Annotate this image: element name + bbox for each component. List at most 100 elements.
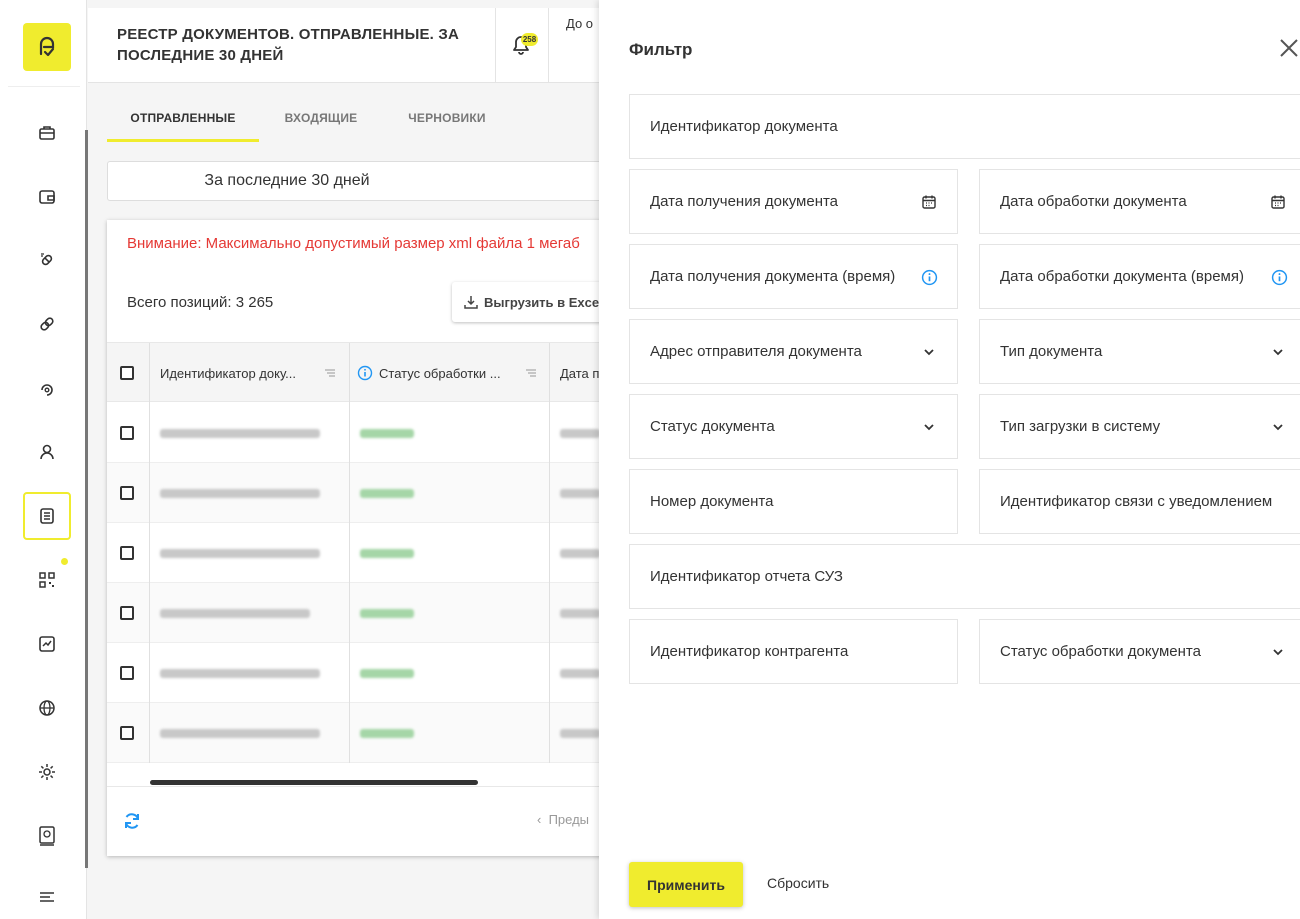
sort-icon[interactable] <box>324 368 336 378</box>
chevron-down-icon[interactable] <box>919 342 939 362</box>
column-divider <box>549 643 550 703</box>
sidebar-divider <box>8 86 80 87</box>
field-label: Дата получения документа <box>650 193 839 210</box>
field-label: Адрес отправителя документа <box>650 343 862 360</box>
filter-received-time[interactable]: Дата получения документа (время) <box>629 244 958 309</box>
cell-status <box>360 643 414 703</box>
nav-briefcase[interactable] <box>23 109 71 157</box>
filter-sender-address[interactable]: Адрес отправителя документа <box>629 319 958 384</box>
filter-doc-status[interactable]: Статус документа <box>629 394 958 459</box>
filter-processed-date[interactable]: Дата обработки документа <box>979 169 1300 234</box>
row-checkbox[interactable] <box>120 726 134 740</box>
row-checkbox[interactable] <box>120 546 134 560</box>
column-divider <box>349 703 350 763</box>
row-checkbox-cell <box>120 703 134 763</box>
document-list-icon <box>40 508 54 524</box>
column-header-id[interactable]: Идентификатор доку... <box>160 343 350 403</box>
redacted-text <box>360 488 414 498</box>
filter-notification-link-id[interactable]: Идентификатор связи с уведомлением <box>979 469 1300 534</box>
row-checkbox[interactable] <box>120 606 134 620</box>
nav-refresh[interactable] <box>23 364 71 412</box>
cell-status <box>360 523 414 583</box>
info-icon[interactable] <box>1269 267 1289 287</box>
close-icon[interactable] <box>1277 36 1300 60</box>
row-checkbox[interactable] <box>120 426 134 440</box>
filter-processed-time[interactable]: Дата обработки документа (время) <box>979 244 1300 309</box>
redacted-text <box>360 728 414 738</box>
filter-processing-status[interactable]: Статус обработки документа <box>979 619 1300 684</box>
cell-status <box>360 583 414 643</box>
warning-text: Внимание: Максимально допустимый размер … <box>127 235 580 252</box>
cell-id <box>160 403 320 463</box>
notifications-button[interactable]: 258 <box>506 30 538 60</box>
row-checkbox[interactable] <box>120 486 134 500</box>
export-excel-button[interactable]: Выгрузить в Exce <box>452 282 622 322</box>
sort-icon[interactable] <box>525 368 537 378</box>
chevron-down-icon[interactable] <box>1268 342 1288 362</box>
filter-counterparty-id[interactable]: Идентификатор контрагента <box>629 619 958 684</box>
user-icon <box>40 444 54 460</box>
field-label: Дата обработки документа (время) <box>1000 268 1244 285</box>
pills-icon <box>41 253 53 266</box>
info-icon[interactable] <box>357 365 373 381</box>
nav-link[interactable] <box>23 300 71 348</box>
row-checkbox-cell <box>120 403 134 463</box>
nav-book[interactable] <box>23 812 71 860</box>
column-divider <box>149 343 150 403</box>
chevron-down-icon[interactable] <box>1268 642 1288 662</box>
calendar-icon[interactable] <box>1268 192 1288 212</box>
column-divider <box>349 403 350 463</box>
globe-icon <box>39 700 55 716</box>
nav-pills[interactable] <box>23 236 71 284</box>
tab-sent[interactable]: ОТПРАВЛЕННЫЕ <box>107 100 259 142</box>
apply-button[interactable]: Применить <box>629 862 743 907</box>
reset-button[interactable]: Сбросить <box>767 875 829 891</box>
calendar-icon[interactable] <box>919 192 939 212</box>
nav-wallet[interactable] <box>23 173 71 221</box>
total-count: Всего позиций: 3 265 <box>127 294 274 311</box>
column-label: Дата п <box>560 365 600 381</box>
nav-settings[interactable] <box>23 748 71 796</box>
cell-date <box>560 403 600 463</box>
nav-globe[interactable] <box>23 684 71 732</box>
filter-doc-type[interactable]: Тип документа <box>979 319 1300 384</box>
pager-prev-button[interactable]: ‹ Преды <box>537 812 589 827</box>
checkbox[interactable] <box>120 366 134 380</box>
nav-user[interactable] <box>23 428 71 476</box>
column-header-status[interactable]: Статус обработки ... <box>357 343 547 403</box>
redacted-text <box>360 608 414 618</box>
filter-suz-report-id[interactable]: Идентификатор отчета СУЗ <box>629 544 1300 609</box>
chevron-down-icon[interactable] <box>919 417 939 437</box>
redacted-text <box>160 668 320 678</box>
filter-received-date[interactable]: Дата получения документа <box>629 169 958 234</box>
row-checkbox[interactable] <box>120 666 134 680</box>
filter-upload-type[interactable]: Тип загрузки в систему <box>979 394 1300 459</box>
menu-icon <box>40 892 54 902</box>
redacted-text <box>560 548 600 558</box>
redacted-text <box>160 428 320 438</box>
cell-date <box>560 703 600 763</box>
filter-doc-id[interactable]: Идентификатор документа <box>629 94 1300 159</box>
horizontal-scrollbar[interactable] <box>150 780 478 785</box>
column-divider <box>349 343 350 403</box>
select-all-checkbox[interactable] <box>120 343 136 403</box>
redacted-text <box>560 428 600 438</box>
header-info-text: До о <box>566 16 594 31</box>
logo[interactable] <box>23 23 71 71</box>
cell-status <box>360 463 414 523</box>
nav-documents[interactable] <box>23 492 71 540</box>
tab-drafts[interactable]: ЧЕРНОВИКИ <box>399 100 495 142</box>
refresh-icon[interactable] <box>122 811 142 831</box>
tab-incoming[interactable]: ВХОДЯЩИЕ <box>279 100 363 142</box>
nav-chart[interactable] <box>23 620 71 668</box>
redacted-text <box>160 608 310 618</box>
cell-status <box>360 703 414 763</box>
filter-doc-number[interactable]: Номер документа <box>629 469 958 534</box>
info-icon[interactable] <box>919 267 939 287</box>
nav-menu[interactable] <box>23 873 71 919</box>
chevron-down-icon[interactable] <box>1268 417 1288 437</box>
download-icon <box>464 296 478 309</box>
redacted-text <box>160 728 320 738</box>
briefcase-icon <box>39 126 55 140</box>
logo-icon <box>39 36 55 57</box>
